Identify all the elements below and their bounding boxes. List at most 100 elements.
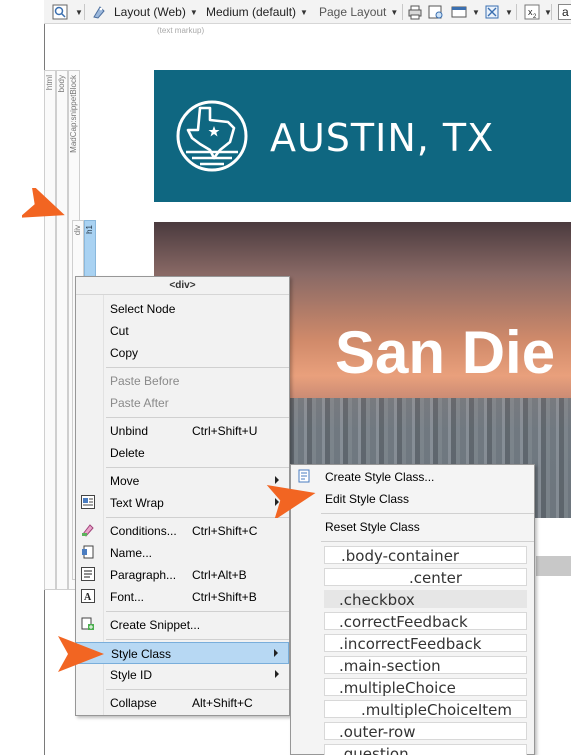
- create-snippet-icon: [81, 617, 94, 630]
- text-wrap-icon: [81, 495, 95, 509]
- submenu-item-label: Edit Style Class: [325, 492, 410, 506]
- style-class-option[interactable]: .main-section: [324, 656, 527, 675]
- menu-item-label: Name...: [110, 546, 153, 560]
- menu-item-text-wrap[interactable]: Text Wrap: [76, 492, 289, 514]
- menu-item-shortcut: Ctrl+Shift+C: [192, 524, 258, 538]
- style-class-label: .multipleChoice: [339, 679, 456, 697]
- paragraph-icon: [81, 567, 95, 581]
- menu-item-delete[interactable]: Delete: [76, 442, 289, 464]
- style-class-option[interactable]: .question: [324, 744, 527, 755]
- style-class-label: .main-section: [339, 657, 441, 675]
- menu-item-cut[interactable]: Cut: [76, 320, 289, 342]
- medium-dropdown[interactable]: Medium (default) ▼: [206, 4, 308, 20]
- toolbar-divider: [516, 4, 517, 20]
- menu-separator: [106, 611, 289, 612]
- menu-item-conditions[interactable]: Conditions... Ctrl+Shift+C: [76, 520, 289, 542]
- menu-item-paragraph[interactable]: Paragraph... Ctrl+Alt+B: [76, 564, 289, 586]
- style-class-option[interactable]: .body-container: [324, 546, 527, 565]
- context-menu: <div> Select Node Cut Copy Paste Before …: [75, 276, 290, 716]
- toolbar: ▼ Layout (Web) ▼ Medium (default) ▼ Page L…: [44, 0, 571, 24]
- font-style-button[interactable]: a: [558, 4, 571, 20]
- toggle-view-icon[interactable]: [484, 4, 500, 20]
- menu-separator: [321, 513, 534, 514]
- layout-dropdown[interactable]: Layout (Web) ▼: [114, 4, 198, 20]
- style-class-label: .center: [409, 569, 463, 587]
- menu-separator: [106, 467, 289, 468]
- print-icon[interactable]: [407, 4, 423, 20]
- menu-item-label: Delete: [110, 446, 145, 460]
- medium-label: Medium (default): [206, 5, 297, 19]
- style-class-label: .incorrectFeedback: [339, 635, 482, 653]
- frame-icon[interactable]: [451, 4, 467, 20]
- menu-separator: [321, 541, 534, 542]
- font-style-label: a: [562, 5, 569, 19]
- menu-item-label: Unbind: [110, 424, 149, 438]
- menu-item-paste-after[interactable]: Paste After: [76, 392, 289, 414]
- structure-bar-body[interactable]: body: [56, 70, 68, 590]
- structure-bar-h1[interactable]: h1: [84, 220, 96, 280]
- menu-item-label: Copy: [110, 346, 139, 360]
- menu-item-style-class[interactable]: Style Class: [76, 642, 289, 664]
- menu-separator: [106, 367, 289, 368]
- submenu-item-reset-style-class[interactable]: Reset Style Class: [291, 516, 534, 538]
- subscript-icon[interactable]: x 2: [524, 4, 540, 20]
- menu-item-shortcut: Ctrl+Shift+U: [192, 424, 258, 438]
- frame-dropdown[interactable]: ▼: [468, 4, 480, 20]
- context-menu-header: <div>: [76, 277, 289, 295]
- menu-item-unbind[interactable]: Unbind Ctrl+Shift+U: [76, 420, 289, 442]
- svg-text:A: A: [84, 592, 92, 603]
- submenu-item-edit-style-class[interactable]: Edit Style Class: [291, 488, 534, 510]
- menu-item-style-id[interactable]: Style ID: [76, 664, 289, 686]
- header-title: AUSTIN, TX: [270, 116, 495, 160]
- style-class-option[interactable]: .checkbox: [324, 590, 527, 609]
- style-class-option[interactable]: .multipleChoiceItem: [324, 700, 527, 719]
- menu-item-collapse[interactable]: Collapse Alt+Shift+C: [76, 692, 289, 714]
- submenu-item-label: Create Style Class...: [325, 470, 435, 484]
- zoom-icon[interactable]: [52, 4, 68, 20]
- menu-item-copy[interactable]: Copy: [76, 342, 289, 364]
- style-class-label: .correctFeedback: [339, 613, 468, 631]
- menu-item-label: Text Wrap: [110, 496, 164, 510]
- menu-item-name[interactable]: Name...: [76, 542, 289, 564]
- menu-item-shortcut: Ctrl+Alt+B: [192, 568, 247, 582]
- callout-arrow-icon: [22, 188, 65, 218]
- content-strip: [536, 556, 571, 576]
- structure-bar-label: h1: [85, 225, 94, 234]
- menu-item-label: Cut: [110, 324, 129, 338]
- menu-item-label: Paste Before: [110, 374, 180, 388]
- layout-label: Layout (Web): [114, 5, 186, 19]
- hero-heading: San Die: [335, 319, 556, 386]
- menu-item-label: Font...: [110, 590, 145, 604]
- toolbar-divider: [402, 4, 403, 20]
- menu-item-label: Style ID: [110, 668, 153, 682]
- structure-bar-label: MadCap:snippetBlock: [69, 75, 78, 153]
- menu-item-label: Select Node: [110, 302, 176, 316]
- submenu-item-create-style-class[interactable]: Create Style Class...: [291, 466, 534, 488]
- menu-item-label: Conditions...: [110, 524, 177, 538]
- structure-bar-html[interactable]: html: [44, 70, 56, 590]
- style-class-option[interactable]: .multipleChoice: [324, 678, 527, 697]
- conditions-icon: [82, 524, 94, 537]
- menu-item-label: Collapse: [110, 696, 157, 710]
- style-class-label: .multipleChoiceItem: [361, 701, 512, 719]
- style-class-option[interactable]: .center: [324, 568, 527, 587]
- preview-icon[interactable]: [428, 4, 444, 20]
- menu-item-select-node[interactable]: Select Node: [76, 298, 289, 320]
- menu-item-font[interactable]: A Font... Ctrl+Shift+B: [76, 586, 289, 608]
- text-markup-label: (text markup): [157, 26, 205, 35]
- menu-item-paste-before[interactable]: Paste Before: [76, 370, 289, 392]
- toggle-view-dropdown[interactable]: ▼: [501, 4, 513, 20]
- style-class-label: .question: [339, 745, 409, 755]
- toolbar-divider: [551, 4, 552, 20]
- menu-item-move[interactable]: Move: [76, 470, 289, 492]
- zoom-dropdown[interactable]: ▼: [71, 4, 83, 20]
- name-icon: [82, 545, 94, 559]
- style-class-option[interactable]: .outer-row: [324, 722, 527, 741]
- menu-separator: [106, 639, 289, 640]
- style-class-label: .checkbox: [339, 591, 415, 609]
- show-tags-icon[interactable]: [91, 4, 107, 20]
- menu-item-create-snippet[interactable]: Create Snippet...: [76, 614, 289, 636]
- style-class-option[interactable]: .incorrectFeedback: [324, 634, 527, 653]
- page-layout-dropdown[interactable]: Page Layout ▼: [319, 4, 398, 20]
- style-class-option[interactable]: .correctFeedback: [324, 612, 527, 631]
